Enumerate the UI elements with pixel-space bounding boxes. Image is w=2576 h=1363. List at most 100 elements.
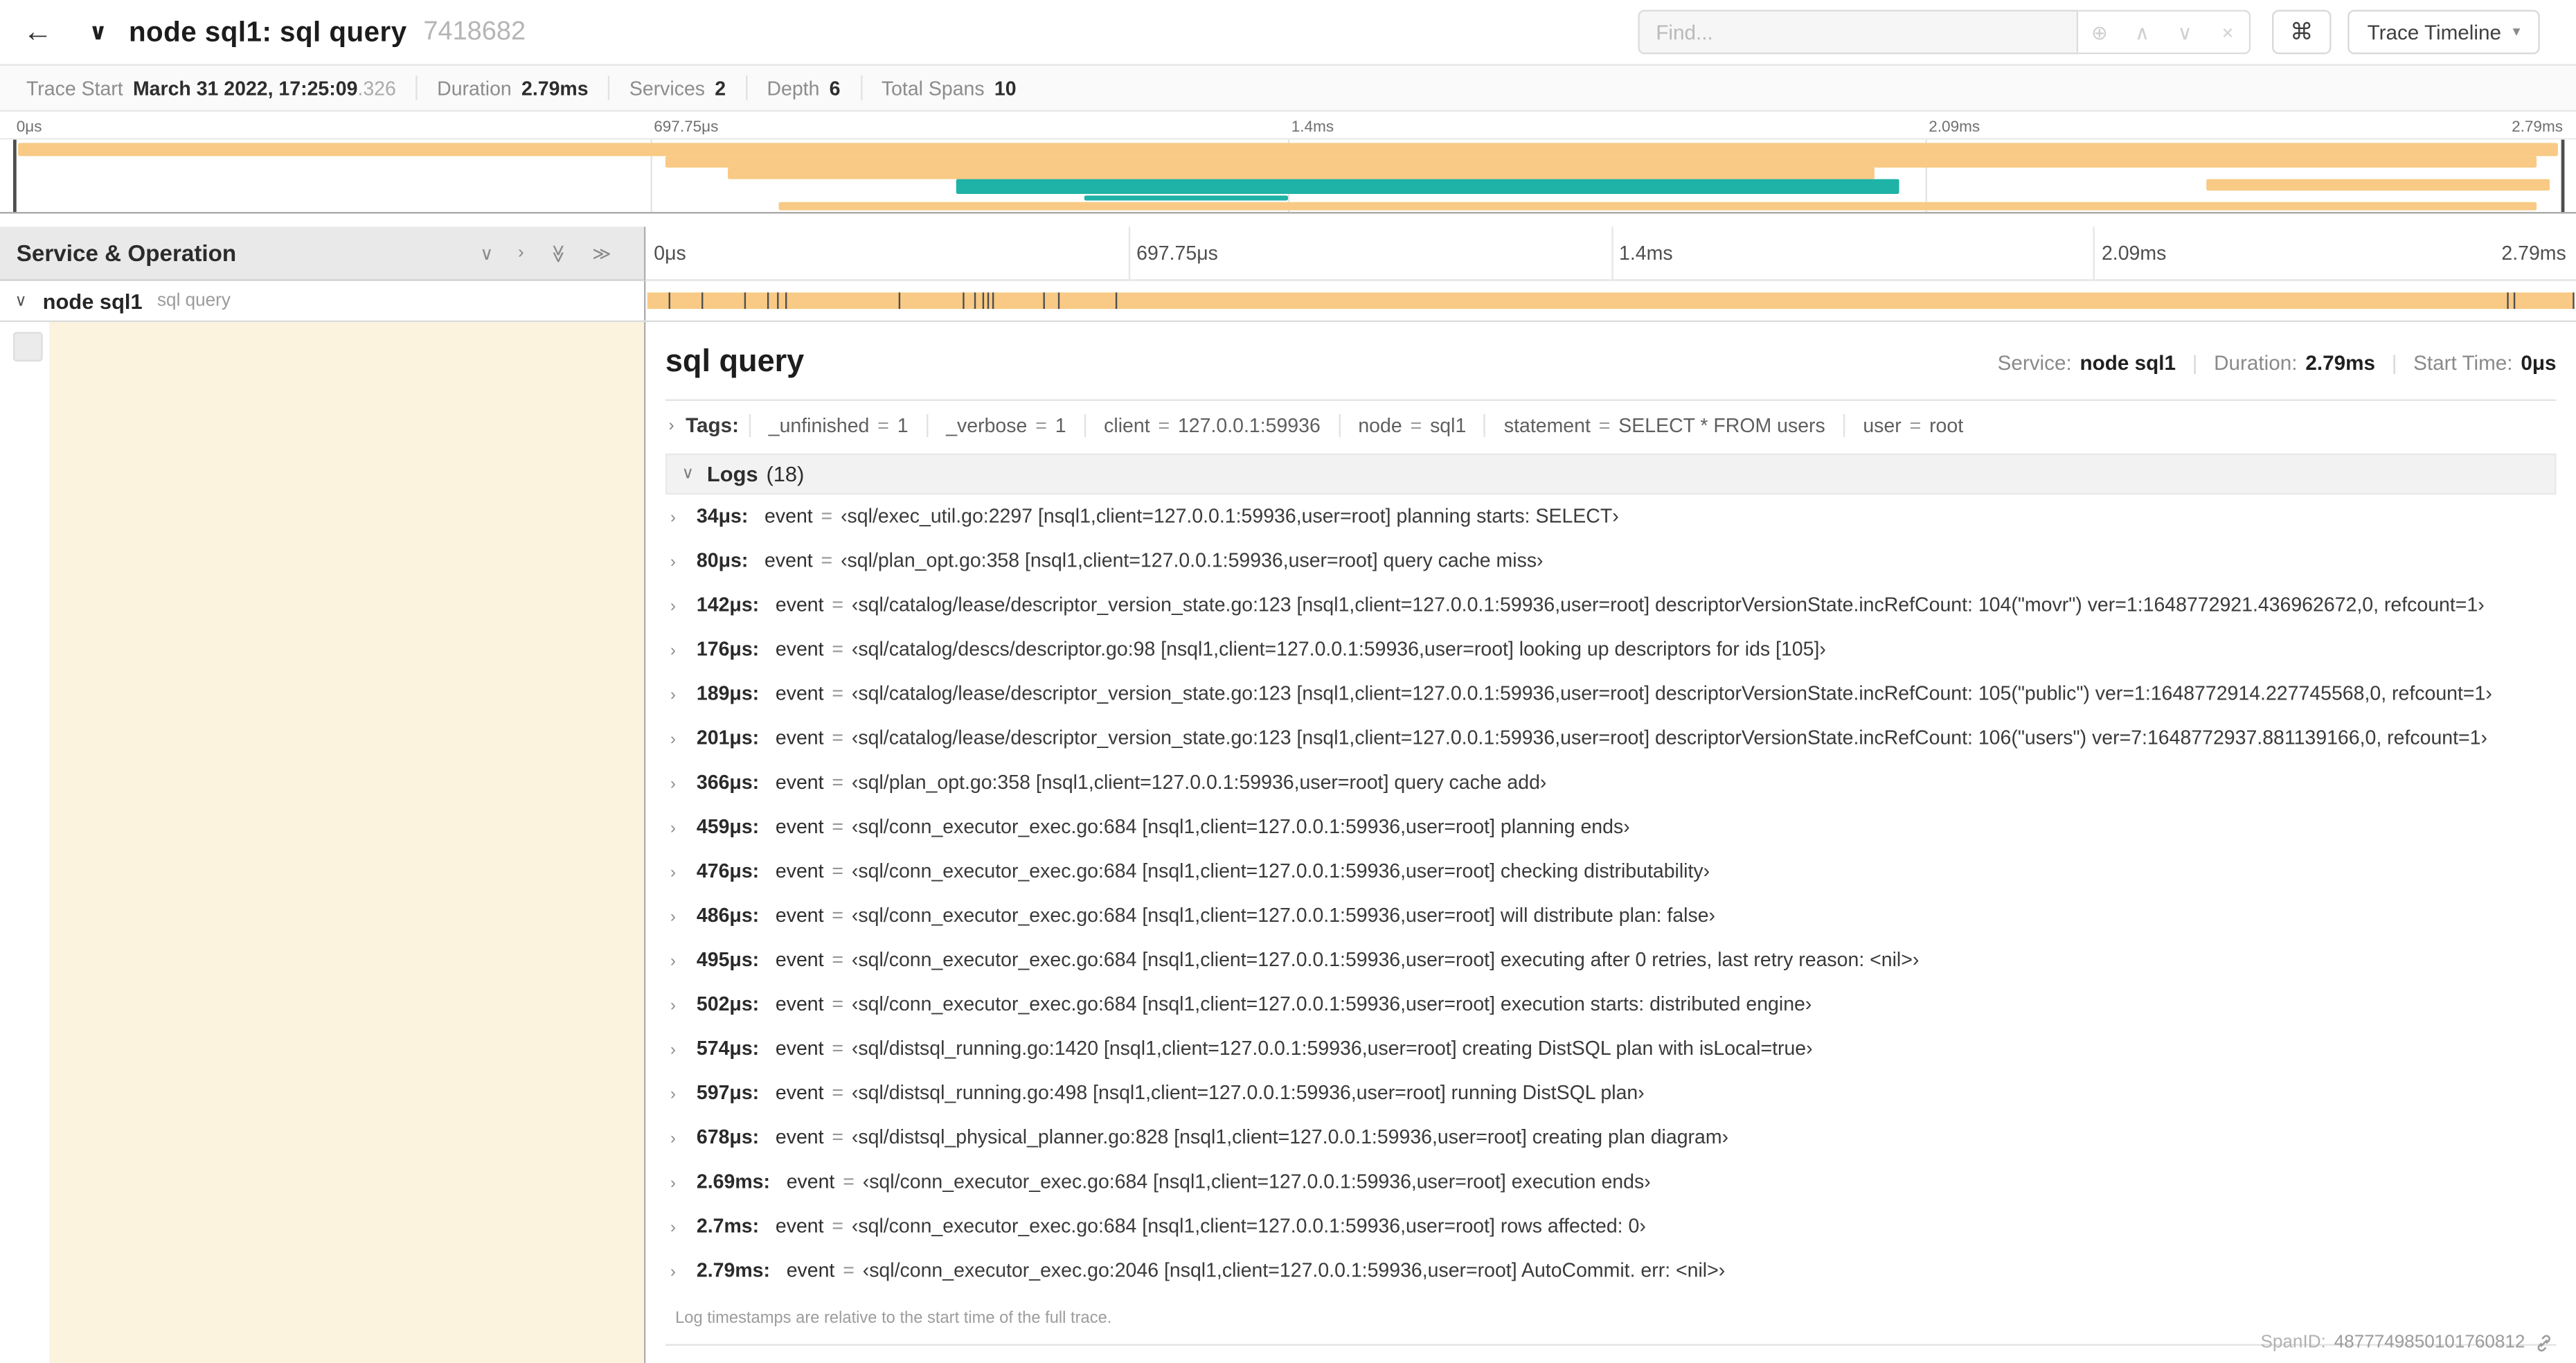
span-duration-bar[interactable]	[647, 292, 2575, 310]
log-field-key: event	[775, 814, 824, 838]
minimap-tick-labels: 0μs 697.75μs 1.4ms 2.09ms 2.79ms	[13, 112, 2563, 138]
expand-one-icon[interactable]: ›	[518, 242, 524, 264]
log-timestamp: 366μs:	[696, 770, 760, 794]
log-entry[interactable]: › 176μs: event = ‹sql/catalog/descs/descript…	[670, 638, 2557, 682]
log-entry[interactable]: › 574μs: event = ‹sql/distsql_running.go:142…	[670, 1037, 2557, 1081]
find-input[interactable]	[1638, 10, 2079, 55]
equals-sign: =	[832, 992, 844, 1016]
tags-accordion[interactable]: › Tags: _unfinished = 1 _verbose = 1 client = 12…	[665, 401, 2557, 449]
link-icon[interactable]	[2533, 1332, 2555, 1353]
log-field-key: event	[775, 859, 824, 883]
collapse-one-icon[interactable]: ∨	[480, 242, 493, 263]
separator: |	[2391, 351, 2397, 375]
log-entry[interactable]: › 2.69ms: event = ‹sql/conn_executor_exec.go…	[670, 1170, 2557, 1214]
minimap-scrubber-handle-right[interactable]	[2561, 139, 2565, 213]
log-tick	[2507, 292, 2509, 310]
span-subtree-background	[49, 322, 645, 1363]
log-entry[interactable]: › 495μs: event = ‹sql/conn_executor_exec.go:…	[670, 948, 2557, 992]
minimap-scrubber-handle-left[interactable]	[12, 139, 17, 213]
tag-item: client = 127.0.0.1:59936	[1084, 413, 1339, 438]
tag-value: 1	[897, 413, 909, 438]
log-entry[interactable]: › 201μs: event = ‹sql/catalog/lease/descript…	[670, 727, 2557, 771]
view-selector-dropdown[interactable]: Trace Timeline ▾	[2347, 10, 2540, 55]
tag-key: _unfinished	[768, 413, 870, 438]
span-detail-meta: Service: node sql1 | Duration: 2.79ms | …	[1998, 352, 2557, 375]
log-entry[interactable]: › 476μs: event = ‹sql/conn_executor_exec.go:…	[670, 859, 2557, 904]
log-entry[interactable]: › 597μs: event = ‹sql/distsql_running.go:498…	[670, 1081, 2557, 1125]
equals-sign: =	[843, 1258, 855, 1282]
chevron-down-icon: ∨	[681, 465, 694, 483]
span-row-label[interactable]: ∨ node sql1 sql query	[0, 280, 646, 321]
equals-sign: =	[1035, 413, 1047, 438]
previous-result-icon[interactable]: ∧	[2121, 12, 2164, 53]
log-field-value: ‹sql/exec_util.go:2297 [nsql1,client=127…	[841, 504, 1619, 528]
clear-search-icon[interactable]: ×	[2206, 12, 2249, 53]
log-field-value: ‹sql/conn_executor_exec.go:684 [nsql1,cl…	[851, 859, 1710, 883]
log-entry[interactable]: › 34μs: event = ‹sql/exec_util.go:2297 [nsql…	[670, 504, 2557, 549]
zoom-in-icon[interactable]: ⊕	[2078, 12, 2121, 53]
equals-sign: =	[1410, 413, 1422, 438]
span-row[interactable]: ∨ node sql1 sql query	[0, 280, 2576, 323]
log-tick	[1042, 292, 1045, 310]
log-entry[interactable]: › 2.7ms: event = ‹sql/conn_executor_exec.go:…	[670, 1214, 2557, 1258]
equals-sign: =	[821, 549, 833, 572]
children-indicator[interactable]	[12, 332, 43, 362]
tag-item: node = sql1	[1338, 413, 1485, 438]
log-field-key: event	[775, 637, 824, 661]
trace-title: node sql1: sql query	[128, 15, 407, 47]
equals-sign: =	[832, 1125, 844, 1149]
log-tick	[899, 292, 901, 310]
span-row-track[interactable]	[645, 281, 2576, 321]
find-tools-group: ⊕ ∧ ∨ ×	[2078, 10, 2251, 55]
log-entry[interactable]: › 459μs: event = ‹sql/conn_executor_exec.go:…	[670, 815, 2557, 859]
log-entry[interactable]: › 80μs: event = ‹sql/plan_opt.go:358 [nsql1,…	[670, 549, 2557, 593]
log-entry[interactable]: › 678μs: event = ‹sql/distsql_physical_plann…	[670, 1125, 2557, 1170]
log-field-value: ‹sql/conn_executor_exec.go:684 [nsql1,cl…	[851, 947, 1920, 972]
minimap-canvas[interactable]	[0, 138, 2576, 214]
back-button[interactable]: ←	[23, 15, 66, 49]
log-entry[interactable]: › 2.79ms: event = ‹sql/conn_executor_exec.go…	[670, 1258, 2557, 1303]
chevron-down-icon[interactable]: ∨	[15, 292, 42, 310]
chevron-right-icon: ›	[670, 731, 676, 749]
equals-sign: =	[832, 682, 844, 705]
log-field-key: event	[775, 947, 824, 972]
logs-count: (18)	[766, 461, 805, 487]
log-field-key: event	[764, 504, 813, 528]
log-entry[interactable]: › 502μs: event = ‹sql/conn_executor_exec.go:…	[670, 992, 2557, 1037]
tag-key: _verbose	[946, 413, 1028, 438]
header-controls: ⊕∧∨× ⌘ Trace Timeline ▾	[1638, 10, 2540, 55]
chevron-right-icon: ›	[670, 953, 676, 972]
log-field-key: event	[775, 682, 824, 705]
minimap-span-bar	[18, 143, 2558, 157]
minimap-span-bar	[2206, 179, 2550, 191]
chevron-right-icon: ›	[670, 1263, 676, 1282]
equals-sign: =	[832, 593, 844, 616]
chevron-right-icon: ›	[670, 598, 676, 616]
log-entry[interactable]: › 189μs: event = ‹sql/catalog/lease/descript…	[670, 682, 2557, 727]
log-tick	[963, 292, 965, 310]
tag-value: root	[1929, 413, 1964, 438]
log-entry[interactable]: › 486μs: event = ‹sql/conn_executor_exec.go:…	[670, 904, 2557, 948]
summary-label: Trace Start	[26, 76, 123, 100]
collapse-all-icon[interactable]: ≫	[548, 244, 569, 262]
log-field-value: ‹sql/conn_executor_exec.go:684 [nsql1,cl…	[851, 903, 1716, 927]
next-result-icon[interactable]: ∨	[2163, 12, 2206, 53]
ruler-tick-label: 0μs	[654, 241, 686, 265]
log-timestamp: 574μs:	[696, 1037, 760, 1060]
summary-item: Services 2	[608, 75, 746, 100]
logs-list: › 34μs: event = ‹sql/exec_util.go:2297 [nsql…	[665, 495, 2557, 1303]
log-timestamp: 2.69ms:	[696, 1170, 770, 1193]
log-timestamp: 201μs:	[696, 726, 760, 749]
summary-value: 6	[829, 76, 841, 100]
tag-value: 1	[1055, 413, 1066, 438]
log-field-key: event	[775, 992, 824, 1016]
log-entry[interactable]: › 366μs: event = ‹sql/plan_opt.go:358 [nsql1…	[670, 771, 2557, 815]
log-timestamp: 176μs:	[696, 637, 760, 661]
trace-collapse-chevron-icon[interactable]: ∨	[89, 18, 107, 46]
expand-all-icon[interactable]: ≫	[592, 242, 611, 263]
keyboard-shortcuts-button[interactable]: ⌘	[2271, 10, 2332, 55]
logs-accordion-header[interactable]: ∨ Logs (18)	[665, 453, 2557, 495]
log-entry[interactable]: › 142μs: event = ‹sql/catalog/lease/descript…	[670, 593, 2557, 637]
summary-value: 10	[994, 76, 1017, 100]
chevron-right-icon: ›	[670, 1130, 676, 1149]
